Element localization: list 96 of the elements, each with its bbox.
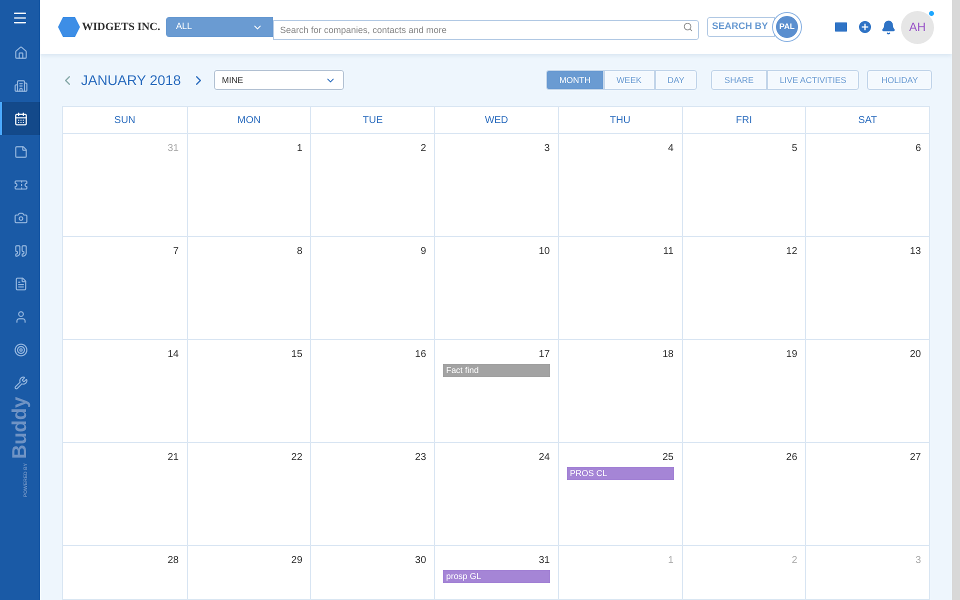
- day-cell[interactable]: 30: [310, 546, 434, 599]
- day-cell[interactable]: 14: [63, 340, 187, 442]
- day-number: 27: [910, 451, 921, 465]
- day-number: 23: [415, 451, 426, 465]
- day-number: 10: [538, 245, 550, 259]
- day-cell[interactable]: 5: [682, 134, 806, 236]
- day-number: 5: [792, 142, 798, 156]
- day-cell[interactable]: 6: [805, 134, 929, 236]
- day-number: 1: [296, 142, 302, 156]
- camera-icon: [14, 210, 28, 224]
- day-cell[interactable]: 11: [558, 237, 682, 339]
- search-field[interactable]: Search for companies, contacts and more: [273, 20, 699, 40]
- day-cell[interactable]: 18: [558, 340, 682, 442]
- day-cell[interactable]: 20: [805, 340, 929, 442]
- day-number: 21: [168, 451, 179, 465]
- weekday-header: THU: [610, 114, 630, 128]
- logo-text: WIDGETS INC.: [82, 20, 160, 35]
- add-icon[interactable]: [856, 19, 873, 35]
- note-icon: [14, 144, 28, 158]
- person-icon: [14, 310, 28, 324]
- day-number: 2: [792, 554, 798, 568]
- day-cell[interactable]: 24: [434, 443, 558, 545]
- day-number: 30: [415, 554, 426, 568]
- home-icon: [14, 46, 28, 60]
- day-cell[interactable]: 27: [805, 443, 929, 545]
- user-avatar[interactable]: AH: [901, 10, 934, 44]
- weekday-header: SUN: [114, 114, 136, 128]
- day-number: 6: [915, 142, 921, 156]
- day-cell[interactable]: 7: [63, 237, 187, 339]
- day-cell[interactable]: 15: [186, 340, 310, 442]
- brand-logo-text: Buddy: [10, 396, 30, 460]
- building-icon: [14, 78, 28, 92]
- quote-icon: [14, 244, 28, 258]
- target-icon: [14, 342, 28, 356]
- day-number: 3: [915, 554, 921, 568]
- day-number: 7: [173, 245, 179, 259]
- ticket-icon: [14, 178, 28, 192]
- day-cell[interactable]: 13: [805, 237, 929, 339]
- day-number: 19: [786, 348, 798, 362]
- filter-dropdown[interactable]: MINE: [214, 70, 344, 90]
- day-number: 22: [291, 451, 302, 465]
- day-cell[interactable]: 17 Fact find: [434, 340, 558, 442]
- day-number: 2: [420, 142, 426, 156]
- notification-bell-icon[interactable]: [880, 20, 896, 34]
- day-number: 9: [420, 245, 426, 259]
- day-number: 24: [538, 451, 550, 465]
- day-number: 16: [415, 348, 426, 362]
- weekday-header: WED: [484, 114, 508, 128]
- day-cell[interactable]: 12: [682, 237, 806, 339]
- day-number: 31: [538, 554, 550, 568]
- day-number: 8: [296, 245, 302, 259]
- day-cell[interactable]: 9: [310, 237, 434, 339]
- day-cell[interactable]: 26: [682, 443, 806, 545]
- day-number: 13: [910, 245, 921, 259]
- day-number: 1: [668, 554, 674, 568]
- day-cell[interactable]: 23: [310, 443, 434, 545]
- weekday-header: TUE: [362, 114, 383, 128]
- day-number: 31: [168, 142, 179, 156]
- weekday-header: FRI: [736, 114, 752, 128]
- day-number: 15: [291, 348, 302, 362]
- day-number: 14: [168, 348, 179, 362]
- day-cell[interactable]: 19: [682, 340, 806, 442]
- day-cell[interactable]: 4: [558, 134, 682, 236]
- weekday-header: SAT: [858, 114, 877, 128]
- day-cell[interactable]: 29: [186, 546, 310, 599]
- sidebar-item[interactable]: [0, 102, 40, 135]
- day-cell[interactable]: 31 prosp GL: [434, 546, 558, 599]
- day-number: 12: [786, 245, 798, 259]
- day-number: 4: [668, 142, 674, 156]
- day-cell[interactable]: 8: [186, 237, 310, 339]
- wrench-icon: [14, 376, 28, 390]
- day-cell[interactable]: 21: [63, 443, 187, 545]
- day-cell[interactable]: 16: [310, 340, 434, 442]
- day-cell[interactable]: 2: [310, 134, 434, 236]
- day-number: 3: [544, 142, 550, 156]
- weekday-header: MON: [237, 114, 261, 128]
- day-number: 28: [168, 554, 179, 568]
- day-cell[interactable]: 1: [186, 134, 310, 236]
- document-icon: [14, 276, 28, 290]
- day-cell[interactable]: 10: [434, 237, 558, 339]
- day-cell[interactable]: 3: [434, 134, 558, 236]
- day-number: 17: [538, 348, 550, 362]
- day-cell[interactable]: 28: [63, 546, 187, 599]
- day-number: 29: [291, 554, 302, 568]
- day-number: 20: [910, 348, 921, 362]
- day-number: 25: [662, 451, 674, 465]
- menu-icon[interactable]: [12, 10, 28, 26]
- search-icon[interactable]: [683, 22, 693, 32]
- day-number: 26: [786, 451, 798, 465]
- logo-hexagon-icon: [58, 17, 80, 37]
- day-number: 11: [663, 245, 674, 259]
- month-title: JANUARY 2018: [81, 70, 181, 90]
- day-number: 18: [662, 348, 674, 362]
- day-cell[interactable]: 25 PROS CL: [558, 443, 682, 545]
- day-cell[interactable]: 22: [186, 443, 310, 545]
- calendar-icon: [14, 112, 28, 126]
